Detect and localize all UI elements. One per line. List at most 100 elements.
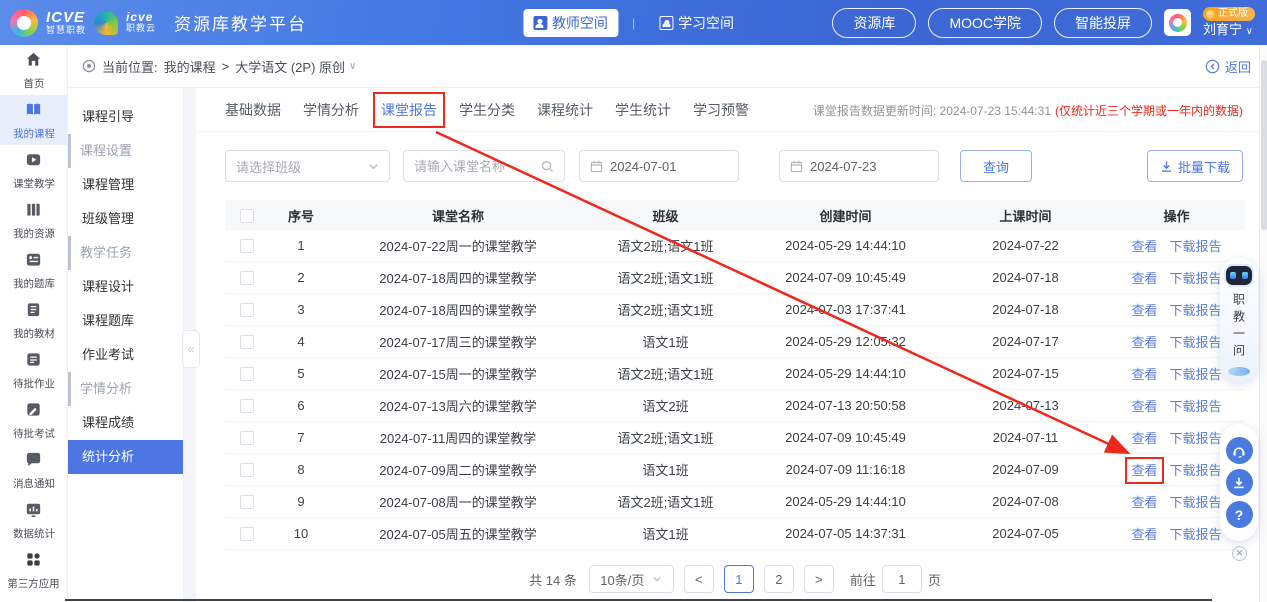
mooc-academy-button[interactable]: MOOC学院 [928, 8, 1042, 38]
tab-learning-warning[interactable]: 学习预警 [693, 100, 749, 120]
row-checkbox[interactable] [240, 335, 254, 349]
sidebar-item-my-question-bank[interactable]: 我的题库 [0, 245, 67, 295]
sidebar-item-classroom-teaching[interactable]: 课堂教学 [0, 145, 67, 195]
row-checkbox[interactable] [240, 303, 254, 317]
download-report-link[interactable]: 下载报告 [1170, 271, 1222, 286]
breadcrumb-current[interactable]: 大学语文 (2P) 原创 [235, 57, 345, 76]
download-report-link[interactable]: 下载报告 [1170, 239, 1222, 254]
download-report-link[interactable]: 下载报告 [1170, 495, 1222, 510]
start-date-picker[interactable]: 2024-07-01 [579, 150, 739, 182]
tab-course-statistics[interactable]: 课程统计 [537, 100, 593, 120]
cell-index: 10 [269, 526, 333, 541]
table-row: 42024-07-17周三的课堂教学语文1班2024-05-29 12:05:3… [225, 326, 1245, 358]
page-scrollbar[interactable] [1259, 45, 1267, 602]
scrollbar-thumb[interactable] [1261, 60, 1267, 230]
customer-service-button[interactable] [1226, 437, 1253, 464]
view-link[interactable]: 查看 [1131, 399, 1157, 414]
page-button-1[interactable]: 1 [724, 565, 754, 593]
menu-item-course-question-bank[interactable]: 课程题库 [68, 304, 183, 338]
view-link[interactable]: 查看 [1131, 271, 1157, 286]
menu-item-course-design[interactable]: 课程设计 [68, 270, 183, 304]
tab-basic-data[interactable]: 基础数据 [225, 100, 281, 120]
sidebar-item-home[interactable]: 首页 [0, 45, 67, 95]
help-button[interactable]: ? [1226, 501, 1253, 528]
download-report-link[interactable]: 下载报告 [1170, 303, 1222, 318]
row-checkbox[interactable] [240, 239, 254, 253]
icon-sidebar: 首页我的课程课堂教学我的资源我的题库我的教材待批作业待批考试消息通知数据统计第三… [0, 45, 68, 602]
table-row: 92024-07-08周一的课堂教学语文2班;语文1班2024-05-29 14… [225, 486, 1245, 518]
teacher-space-button[interactable]: 教师空间 [523, 9, 618, 37]
row-checkbox[interactable] [240, 463, 254, 477]
menu-item-homework-exam[interactable]: 作业考试 [68, 338, 183, 372]
menu-item-course-guide[interactable]: 课程引导 [68, 100, 183, 134]
sidebar-item-label: 待批作业 [13, 375, 55, 390]
view-link[interactable]: 查看 [1131, 527, 1157, 542]
sidebar-item-pending-homework[interactable]: 待批作业 [0, 345, 67, 395]
tab-learning-analysis[interactable]: 学情分析 [303, 100, 359, 120]
end-date-picker[interactable]: 2024-07-23 [779, 150, 939, 182]
download-report-link[interactable]: 下载报告 [1170, 527, 1222, 542]
row-checkbox[interactable] [240, 271, 254, 285]
cell-created-time: 2024-07-05 14:37:31 [748, 526, 943, 541]
class-select[interactable]: 请选择班级 [225, 150, 390, 182]
download-report-link[interactable]: 下载报告 [1170, 431, 1222, 446]
row-checkbox[interactable] [240, 367, 254, 381]
row-checkbox[interactable] [240, 431, 254, 445]
view-link[interactable]: 查看 [1131, 463, 1157, 478]
sidebar-collapse-button[interactable]: « [182, 330, 200, 368]
tab-student-statistics[interactable]: 学生统计 [615, 100, 671, 120]
classroom-report-table: 序号课堂名称班级创建时间上课时间操作 12024-07-22周一的课堂教学语文2… [225, 200, 1245, 550]
smart-screen-button[interactable]: 智能投屏 [1054, 8, 1152, 38]
view-link[interactable]: 查看 [1131, 303, 1157, 318]
sidebar-item-my-textbooks[interactable]: 我的教材 [0, 295, 67, 345]
tab-class-report[interactable]: 课堂报告 [381, 100, 437, 120]
row-checkbox[interactable] [240, 399, 254, 413]
download-report-link[interactable]: 下载报告 [1170, 399, 1222, 414]
back-button[interactable]: 返回 [1205, 57, 1251, 76]
query-button[interactable]: 查询 [960, 150, 1032, 182]
sidebar-item-data-statistics[interactable]: 数据统计 [0, 495, 67, 545]
download-report-link[interactable]: 下载报告 [1170, 335, 1222, 350]
page-button-2[interactable]: 2 [764, 565, 794, 593]
view-link[interactable]: 查看 [1131, 335, 1157, 350]
menu-item-class-management[interactable]: 班级管理 [68, 202, 183, 236]
menu-item-course-management[interactable]: 课程管理 [68, 168, 183, 202]
search-input[interactable] [414, 159, 541, 174]
page-size-select[interactable]: 10条/页 [589, 565, 674, 593]
next-page-button[interactable]: > [804, 565, 834, 593]
assistant-widget[interactable]: 职教一问 [1220, 258, 1258, 382]
tab-student-classification[interactable]: 学生分类 [459, 100, 515, 120]
row-checkbox[interactable] [240, 527, 254, 541]
view-link[interactable]: 查看 [1131, 431, 1157, 446]
avatar[interactable] [1164, 9, 1191, 36]
view-link[interactable]: 查看 [1131, 495, 1157, 510]
learning-space-button[interactable]: 学习空间 [649, 9, 744, 37]
download-report-link[interactable]: 下载报告 [1170, 463, 1222, 478]
sidebar-item-my-resources[interactable]: 我的资源 [0, 195, 67, 245]
row-checkbox[interactable] [240, 495, 254, 509]
close-widget-icon[interactable]: ✕ [1232, 546, 1247, 561]
download-center-button[interactable] [1226, 469, 1253, 496]
download-report-link[interactable]: 下载报告 [1170, 367, 1222, 382]
sidebar-item-pending-exams[interactable]: 待批考试 [0, 395, 67, 445]
table-header-row: 序号课堂名称班级创建时间上课时间操作 [225, 200, 1245, 230]
menu-item-statistical-analysis[interactable]: 统计分析 [68, 440, 183, 474]
sidebar-item-my-courses[interactable]: 我的课程 [0, 95, 67, 145]
cell-index: 8 [269, 462, 333, 477]
search-icon[interactable] [541, 160, 554, 173]
header-right: 资源库 MOOC学院 智能投屏 正式版 刘育宁 ∨ [832, 7, 1255, 38]
goto-page-input[interactable] [882, 565, 922, 593]
breadcrumb-parent[interactable]: 我的课程 [164, 57, 216, 76]
breadcrumb-caret-icon[interactable]: ∨ [349, 61, 356, 72]
user-menu[interactable]: 刘育宁 ∨ [1203, 22, 1253, 38]
sidebar-item-messages[interactable]: 消息通知 [0, 445, 67, 495]
resource-library-button[interactable]: 资源库 [832, 8, 916, 38]
sidebar-item-third-party-apps[interactable]: 第三方应用 [0, 545, 67, 595]
batch-download-button[interactable]: 批量下载 [1147, 150, 1243, 182]
view-link[interactable]: 查看 [1131, 239, 1157, 254]
cell-class: 语文2班;语文1班 [583, 364, 748, 383]
prev-page-button[interactable]: < [684, 565, 714, 593]
menu-item-course-scores[interactable]: 课程成绩 [68, 406, 183, 440]
view-link[interactable]: 查看 [1131, 367, 1157, 382]
select-all-checkbox[interactable] [240, 209, 254, 223]
